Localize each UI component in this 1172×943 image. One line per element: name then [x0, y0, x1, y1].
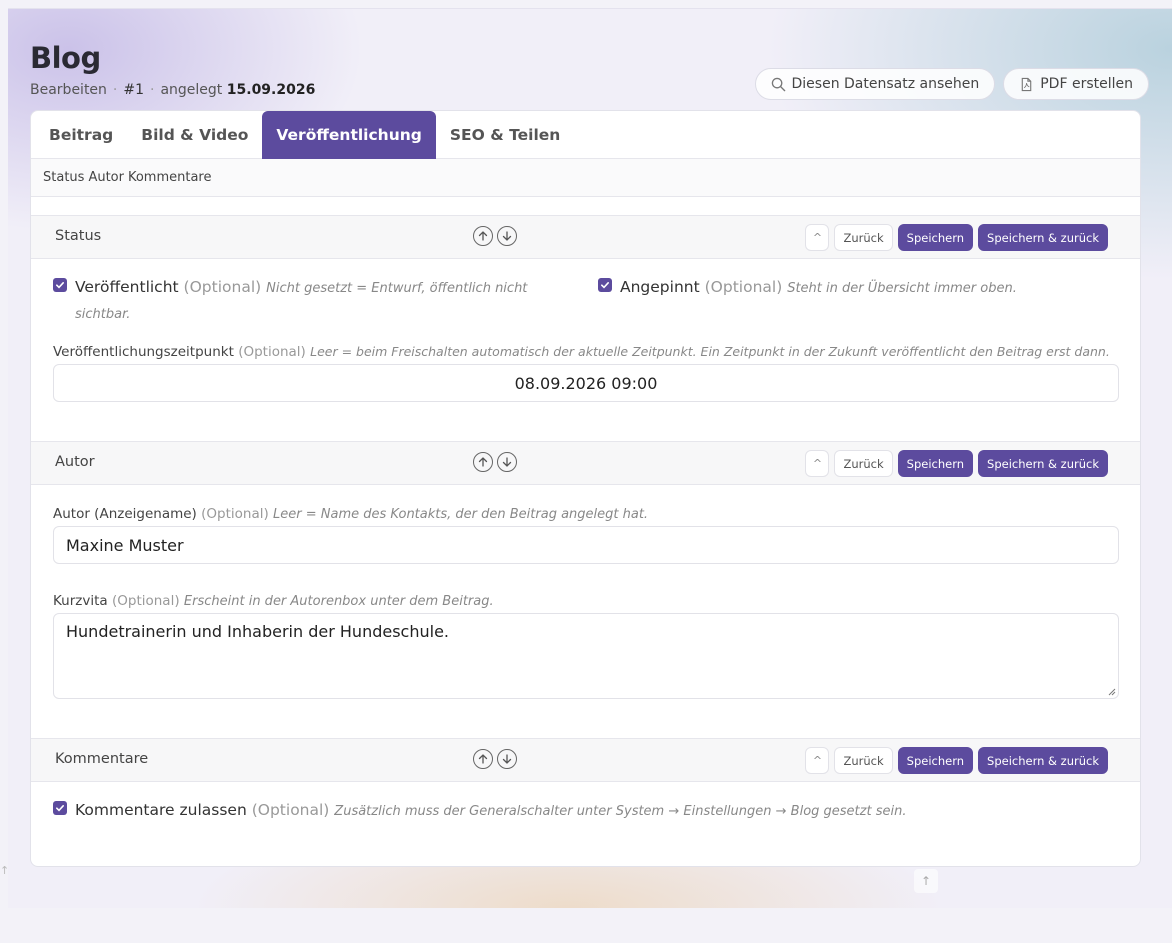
optional-tag: (Optional): [704, 278, 783, 296]
author-name-hint: Leer = Name des Kontakts, der den Beitra…: [273, 507, 649, 522]
jump-link-kommentare[interactable]: Kommentare: [128, 170, 212, 185]
arrow-up-circle-icon[interactable]: [473, 749, 493, 769]
save-and-back-button[interactable]: Speichern & zurück: [978, 450, 1108, 477]
scroll-to-top-button[interactable]: ↑: [914, 869, 938, 893]
bio-text: Hundetrainerin und Inhaberin der Hundesc…: [66, 622, 449, 641]
optional-tag: (Optional): [201, 506, 269, 522]
publish-time-input[interactable]: 08.09.2026 09:00: [53, 364, 1119, 402]
section-title-status: Status: [55, 228, 102, 244]
section-header-autor: Autor ^ Zurück Speichern Speichern & zur…: [31, 441, 1140, 485]
jump-link-status[interactable]: Status: [43, 170, 84, 185]
published-label: Veröffentlicht: [75, 278, 179, 296]
published-checkbox[interactable]: [53, 278, 67, 292]
publish-time-label-row: Veröffentlichungszeitpunkt (Optional) Le…: [53, 344, 1110, 360]
allow-comments-checkbox[interactable]: [53, 801, 67, 815]
create-pdf-label: PDF erstellen: [1040, 76, 1133, 92]
section-jump-nav: Status Autor Kommentare: [31, 159, 1140, 197]
arrow-up-circle-icon[interactable]: [473, 226, 493, 246]
jump-link-autor[interactable]: Autor: [88, 170, 124, 185]
author-name-label: Autor (Anzeigename): [53, 506, 197, 522]
pinned-hint: Steht in der Übersicht immer oben.: [787, 281, 1017, 296]
published-hint-cont: sichtbar.: [75, 307, 131, 322]
optional-tag: (Optional): [238, 344, 306, 360]
section-header-status: Status ^ Zurück Speichern Speichern & zu…: [31, 215, 1140, 259]
created-date: 15.09.2026: [226, 82, 316, 98]
bio-textarea[interactable]: Hundetrainerin und Inhaberin der Hundesc…: [53, 613, 1119, 699]
save-and-back-button[interactable]: Speichern & zurück: [978, 224, 1108, 251]
back-button[interactable]: Zurück: [834, 450, 893, 477]
check-icon: [601, 282, 609, 289]
pinned-checkbox-row[interactable]: Angepinnt (Optional) Steht in der Übersi…: [598, 275, 1017, 301]
author-name-label-row: Autor (Anzeigename) (Optional) Leer = Na…: [53, 506, 648, 522]
check-icon: [56, 282, 64, 289]
tab-bar: Beitrag Bild & Video Veröffentlichung SE…: [31, 111, 1140, 159]
record-id: #1: [123, 82, 145, 98]
arrow-down-circle-icon[interactable]: [497, 452, 517, 472]
view-record-label: Diesen Datensatz ansehen: [791, 76, 980, 92]
check-icon: [56, 805, 64, 812]
collapse-button[interactable]: ^: [805, 450, 830, 477]
record-meta: Bearbeiten · #1 · angelegt 15.09.2026: [30, 82, 316, 98]
publish-time-label: Veröffentlichungszeitpunkt: [53, 344, 234, 360]
view-record-button[interactable]: Diesen Datensatz ansehen: [754, 68, 996, 100]
pdf-file-icon: [1021, 77, 1032, 91]
collapse-button[interactable]: ^: [805, 747, 830, 774]
save-button[interactable]: Speichern: [897, 747, 974, 774]
tab-seo-teilen[interactable]: SEO & Teilen: [436, 111, 574, 159]
search-icon: [771, 77, 785, 91]
edit-form-card: Beitrag Bild & Video Veröffentlichung SE…: [30, 110, 1141, 867]
pinned-label: Angepinnt: [620, 278, 700, 296]
section-title-kommentare: Kommentare: [55, 751, 149, 767]
create-pdf-button[interactable]: PDF erstellen: [1003, 68, 1149, 100]
pinned-checkbox[interactable]: [598, 278, 612, 292]
arrow-down-circle-icon[interactable]: [497, 749, 517, 769]
author-name-input[interactable]: Maxine Muster: [53, 526, 1119, 564]
optional-tag: (Optional): [111, 593, 180, 609]
page-title: Blog: [30, 41, 101, 75]
allow-comments-label: Kommentare zulassen: [75, 801, 247, 819]
top-actions: Diesen Datensatz ansehen PDF erstellen: [754, 68, 1149, 100]
tab-veroeffentlichung[interactable]: Veröffentlichung: [262, 111, 436, 159]
section-header-kommentare: Kommentare ^ Zurück Speichern Speichern …: [31, 738, 1140, 782]
bio-label-row: Kurzvita (Optional) Erscheint in der Aut…: [53, 593, 494, 609]
arrow-down-circle-icon[interactable]: [497, 226, 517, 246]
save-button[interactable]: Speichern: [897, 224, 974, 251]
allow-comments-hint: Zusätzlich muss der Generalschalter unte…: [334, 804, 907, 819]
published-hint: Nicht gesetzt = Entwurf, öffentlich nich…: [266, 281, 528, 296]
page-background: Blog Bearbeiten · #1 · angelegt 15.09.2026 D…: [8, 8, 1172, 908]
save-button[interactable]: Speichern: [897, 450, 974, 477]
mode-label: Bearbeiten: [30, 82, 107, 98]
collapse-button[interactable]: ^: [805, 224, 830, 251]
publish-time-hint: Leer = beim Freischalten automatisch der…: [310, 344, 1110, 359]
resize-handle-icon[interactable]: [1107, 687, 1116, 696]
bio-hint: Erscheint in der Autorenbox unter dem Be…: [183, 594, 494, 609]
section-title-autor: Autor: [55, 454, 95, 470]
optional-tag: (Optional): [183, 278, 262, 296]
tab-bild-video[interactable]: Bild & Video: [127, 111, 262, 159]
arrow-up-circle-icon[interactable]: [473, 452, 493, 472]
bio-label: Kurzvita: [53, 593, 108, 609]
save-and-back-button[interactable]: Speichern & zurück: [978, 747, 1108, 774]
tab-beitrag[interactable]: Beitrag: [35, 111, 127, 159]
back-button[interactable]: Zurück: [834, 224, 893, 251]
back-button[interactable]: Zurück: [834, 747, 893, 774]
published-checkbox-row[interactable]: Veröffentlicht (Optional) Nicht gesetzt …: [53, 275, 533, 327]
created-label: angelegt: [160, 82, 223, 98]
edge-scroll-arrow-icon[interactable]: ↑: [0, 864, 9, 877]
allow-comments-checkbox-row[interactable]: Kommentare zulassen (Optional) Zusätzlic…: [53, 798, 906, 824]
optional-tag: (Optional): [251, 801, 330, 819]
